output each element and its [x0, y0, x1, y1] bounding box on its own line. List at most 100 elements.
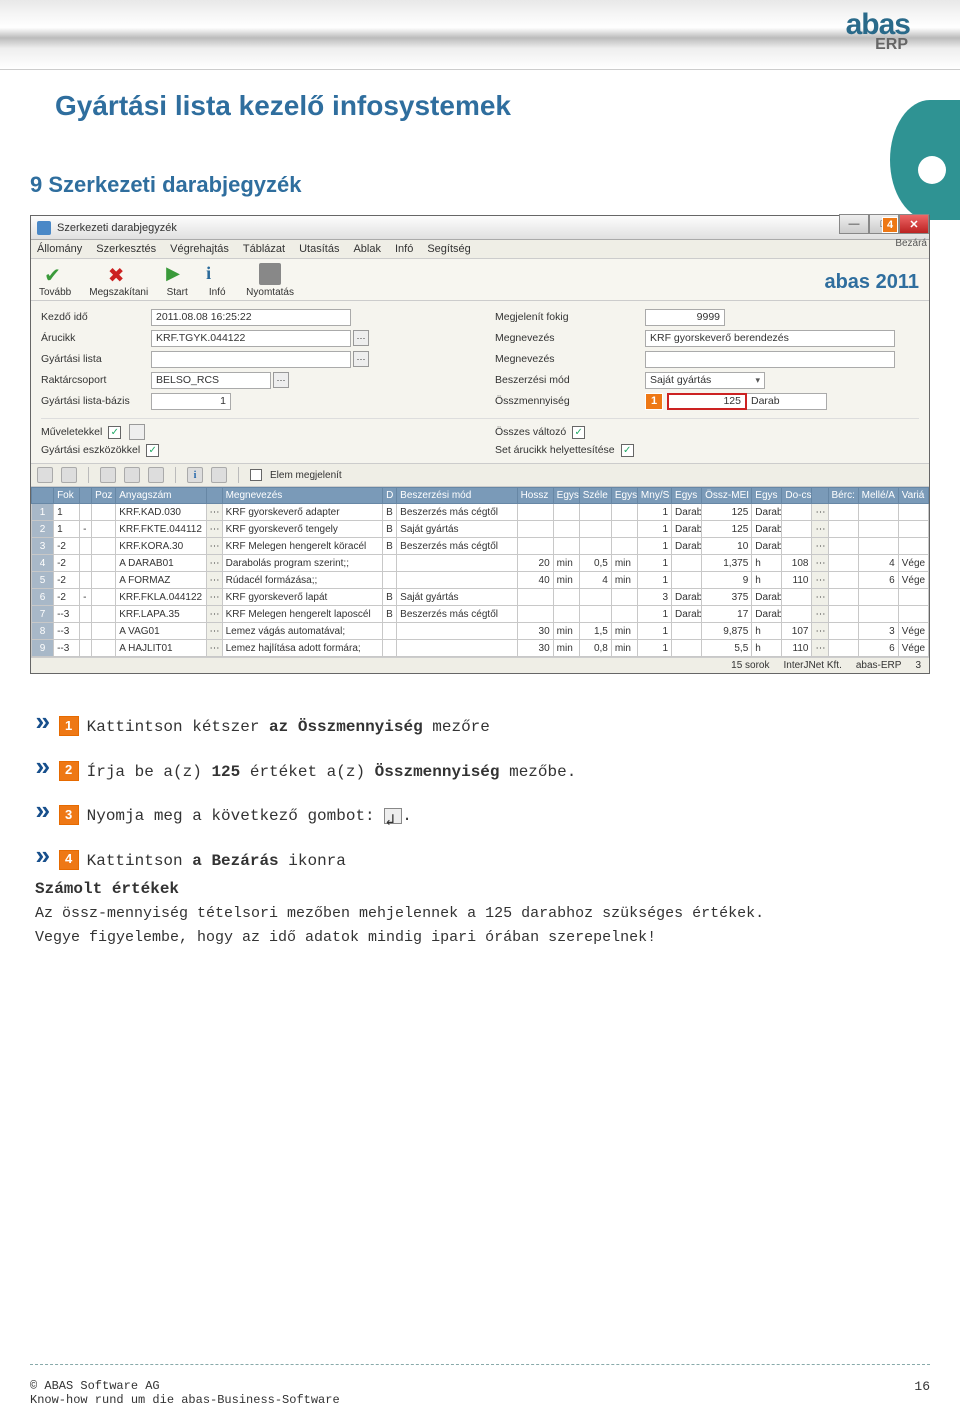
- table-row[interactable]: 6-2-KRF.FKLA.044122⋯KRF gyorskeverő lapá…: [32, 589, 929, 606]
- picker-icon[interactable]: ⋯: [353, 351, 369, 367]
- table-row[interactable]: 11KRF.KAD.030⋯KRF gyorskeverő adapterBBe…: [32, 504, 929, 521]
- picker-icon[interactable]: ⋯: [273, 372, 289, 388]
- checkbox-osszes-valtozo[interactable]: ✓: [572, 426, 585, 439]
- picker-cell[interactable]: ⋯: [206, 521, 222, 538]
- tool-print[interactable]: Nyomtatás: [246, 263, 294, 298]
- field-megjelenit[interactable]: 9999: [645, 309, 725, 326]
- picker-cell[interactable]: ⋯: [812, 623, 828, 640]
- picker-cell[interactable]: ⋯: [206, 555, 222, 572]
- checkbox-set-arucikk[interactable]: ✓: [621, 444, 634, 457]
- grid-header-cell[interactable]: Megnevezés: [222, 488, 383, 504]
- picker-cell[interactable]: ⋯: [206, 606, 222, 623]
- menu-item[interactable]: Segítség: [427, 243, 470, 255]
- picker-cell[interactable]: ⋯: [812, 521, 828, 538]
- grid-header-cell[interactable]: Poz: [92, 488, 116, 504]
- row-number-cell[interactable]: 2: [32, 521, 54, 538]
- grid-btn[interactable]: [37, 467, 53, 483]
- grid-btn[interactable]: [61, 467, 77, 483]
- tool-start[interactable]: ▶Start: [166, 263, 188, 298]
- menu-item[interactable]: Végrehajtás: [170, 243, 229, 255]
- grid-header-cell[interactable]: Mellé/A: [858, 488, 898, 504]
- window-titlebar[interactable]: Szerkezeti darabjegyzék — □ ✕ 4: [31, 216, 929, 240]
- minimize-button[interactable]: —: [839, 214, 869, 234]
- grid-btn[interactable]: [211, 467, 227, 483]
- field-arucikk[interactable]: KRF.TGYK.044122: [151, 330, 351, 347]
- picker-cell[interactable]: ⋯: [812, 572, 828, 589]
- picker-cell[interactable]: ⋯: [812, 606, 828, 623]
- table-row[interactable]: 9--3A HAJLIT01⋯Lemez hajlítása adott for…: [32, 640, 929, 657]
- grid-header-cell[interactable]: Egys: [672, 488, 702, 504]
- grid-header-cell[interactable]: [206, 488, 222, 504]
- grid-btn-info[interactable]: i: [187, 467, 203, 483]
- grid-btn[interactable]: [100, 467, 116, 483]
- grid-header-cell[interactable]: Széle: [579, 488, 611, 504]
- picker-cell[interactable]: ⋯: [812, 504, 828, 521]
- grid-header-cell[interactable]: Beszerzési mód: [397, 488, 517, 504]
- picker-cell[interactable]: ⋯: [812, 538, 828, 555]
- table-row[interactable]: 7--3KRF.LAPA.35⋯KRF Melegen hengerelt la…: [32, 606, 929, 623]
- table-row[interactable]: 3-2KRF.KORA.30⋯KRF Melegen hengerelt kör…: [32, 538, 929, 555]
- row-number-cell[interactable]: 4: [32, 555, 54, 572]
- picker-cell[interactable]: ⋯: [812, 640, 828, 657]
- picker-cell[interactable]: ⋯: [812, 555, 828, 572]
- tool-cancel[interactable]: ✖Megszakítani: [89, 263, 148, 298]
- row-number-cell[interactable]: 6: [32, 589, 54, 606]
- picker-cell[interactable]: ⋯: [206, 623, 222, 640]
- table-row[interactable]: 5-2A FORMAZ⋯Rúdacél formázása;;40min4min…: [32, 572, 929, 589]
- table-row[interactable]: 21-KRF.FKTE.044112⋯KRF gyorskeverő tenge…: [32, 521, 929, 538]
- field-gyartasi-lista[interactable]: [151, 351, 351, 368]
- field-megnevezes[interactable]: KRF gyorskeverő berendezés: [645, 330, 895, 347]
- row-number-cell[interactable]: 8: [32, 623, 54, 640]
- checkbox-eszkozokkel[interactable]: ✓: [146, 444, 159, 457]
- field-beszerzesi-mod[interactable]: Saját gyártás: [645, 372, 765, 389]
- grid-btn[interactable]: [124, 467, 140, 483]
- grid-header-cell[interactable]: Fok: [54, 488, 80, 504]
- row-number-cell[interactable]: 1: [32, 504, 54, 521]
- menu-item[interactable]: Infó: [395, 243, 413, 255]
- picker-cell[interactable]: ⋯: [206, 538, 222, 555]
- menu-item[interactable]: Szerkesztés: [96, 243, 156, 255]
- close-button[interactable]: ✕ 4: [899, 214, 929, 234]
- table-row[interactable]: 4-2A DARAB01⋯Darabolás program szerint;;…: [32, 555, 929, 572]
- row-number-cell[interactable]: 5: [32, 572, 54, 589]
- menu-item[interactable]: Táblázat: [243, 243, 285, 255]
- field-bazis[interactable]: 1: [151, 393, 231, 410]
- grid-header-cell[interactable]: Egys: [553, 488, 579, 504]
- grid-header-cell[interactable]: [80, 488, 92, 504]
- field-raktarcsoport[interactable]: BELSO_RCS: [151, 372, 271, 389]
- checkbox-elem-megjelenit[interactable]: [250, 469, 262, 481]
- field-kezdo-ido[interactable]: 2011.08.08 16:25:22: [151, 309, 351, 326]
- field-osszmennyiseg[interactable]: 125: [667, 393, 747, 410]
- picker-cell[interactable]: ⋯: [206, 572, 222, 589]
- field-megnevezes2[interactable]: [645, 351, 895, 368]
- checkbox-muveletekkel[interactable]: ✓: [108, 426, 121, 439]
- grid-header-cell[interactable]: D: [383, 488, 397, 504]
- grid-header-cell[interactable]: Mny/S: [637, 488, 671, 504]
- grid-header-cell[interactable]: [32, 488, 54, 504]
- picker-icon[interactable]: [129, 424, 145, 440]
- row-number-cell[interactable]: 7: [32, 606, 54, 623]
- menu-item[interactable]: Utasítás: [299, 243, 339, 255]
- grid-header-cell[interactable]: Anyagszám: [116, 488, 206, 504]
- grid-header-cell[interactable]: Bérc:: [828, 488, 858, 504]
- picker-cell[interactable]: ⋯: [206, 640, 222, 657]
- row-number-cell[interactable]: 9: [32, 640, 54, 657]
- grid-header-cell[interactable]: [812, 488, 828, 504]
- picker-cell[interactable]: ⋯: [812, 589, 828, 606]
- tool-info[interactable]: iInfó: [206, 263, 228, 298]
- picker-cell[interactable]: ⋯: [206, 504, 222, 521]
- row-number-cell[interactable]: 3: [32, 538, 54, 555]
- grid-header-cell[interactable]: Egys: [611, 488, 637, 504]
- grid-header-cell[interactable]: Össz-MEI: [702, 488, 752, 504]
- tool-continue[interactable]: ✔Tovább: [39, 263, 71, 298]
- grid-header-cell[interactable]: Egys: [752, 488, 782, 504]
- table-row[interactable]: 8--3A VAG01⋯Lemez vágás automatával;30mi…: [32, 623, 929, 640]
- picker-icon[interactable]: ⋯: [353, 330, 369, 346]
- grid-header-cell[interactable]: Hossz: [517, 488, 553, 504]
- menu-item[interactable]: Állomány: [37, 243, 82, 255]
- grid-header-cell[interactable]: Do-cs: [782, 488, 812, 504]
- picker-cell[interactable]: ⋯: [206, 589, 222, 606]
- menu-item[interactable]: Ablak: [353, 243, 381, 255]
- grid-btn[interactable]: [148, 467, 164, 483]
- grid-header-cell[interactable]: Variá: [898, 488, 928, 504]
